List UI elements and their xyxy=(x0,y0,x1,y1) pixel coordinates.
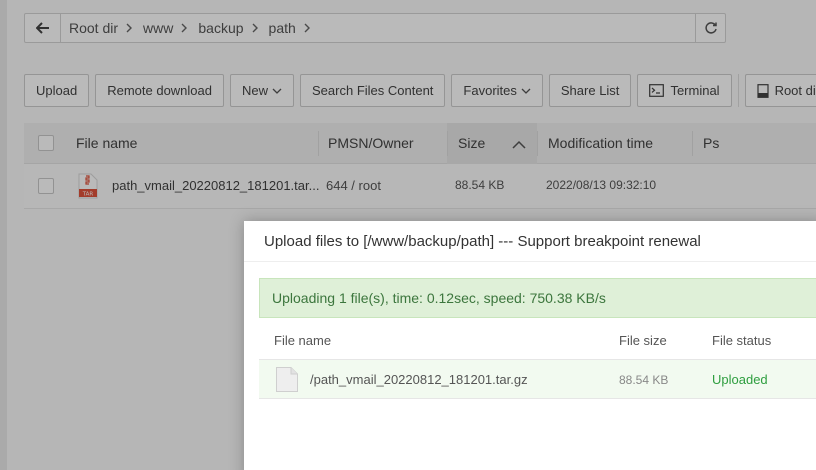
dialog-title: Upload files to [/www/backup/path] --- S… xyxy=(244,221,816,262)
upload-dialog: Upload files to [/www/backup/path] --- S… xyxy=(244,221,816,470)
upload-status-banner: Uploading 1 file(s), time: 0.12sec, spee… xyxy=(259,278,816,318)
upload-col-file-name: File name xyxy=(274,333,332,348)
upload-col-file-status: File status xyxy=(712,333,772,348)
upload-col-file-size: File size xyxy=(619,333,667,348)
upload-file-name: /path_vmail_20220812_181201.tar.gz xyxy=(310,372,528,387)
upload-list-header: File name File size File status xyxy=(259,322,816,360)
upload-file-status: Uploaded xyxy=(712,372,768,387)
upload-file-size: 88.54 KB xyxy=(619,373,669,387)
file-icon xyxy=(276,367,298,392)
upload-list-item: /path_vmail_20220812_181201.tar.gz 88.54… xyxy=(259,360,816,399)
upload-status-text: Uploading 1 file(s), time: 0.12sec, spee… xyxy=(272,290,606,306)
